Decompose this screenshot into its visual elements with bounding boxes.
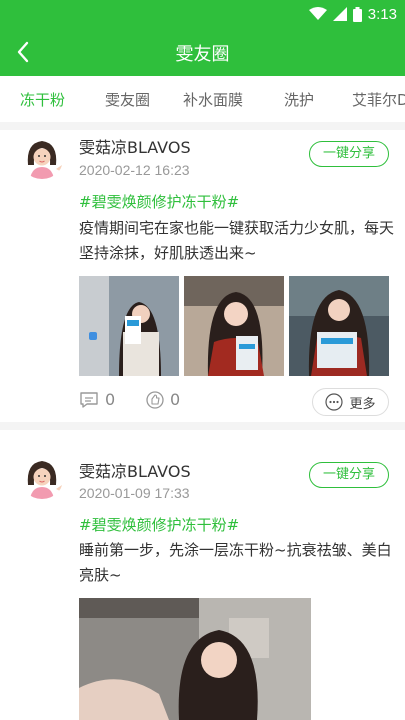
- tabs-divider: [0, 122, 405, 130]
- page-title: 雯友圈: [175, 44, 230, 65]
- tab-bushui-mianmo[interactable]: 补水面膜: [183, 89, 243, 110]
- ellipsis-icon: [325, 393, 344, 411]
- photo-image: [79, 598, 311, 720]
- post-actions: 0 0 更多: [79, 388, 394, 416]
- more-button[interactable]: 更多: [312, 388, 389, 416]
- avatar-image: [20, 135, 64, 179]
- post-tag[interactable]: #碧雯焕颜修护冻干粉#: [79, 514, 239, 535]
- post-card: 雯菇凉BLAVOS 2020-01-09 17:33 一键分享 #碧雯焕颜修护冻…: [0, 430, 405, 720]
- avatar[interactable]: [20, 455, 64, 499]
- comment-button[interactable]: 0: [79, 390, 115, 409]
- signal-icon: [332, 7, 347, 21]
- post-photo[interactable]: [79, 276, 179, 376]
- tab-wenyouquan[interactable]: 雯友圈: [105, 89, 150, 110]
- like-count: 0: [170, 390, 181, 409]
- tab-dongganfen[interactable]: 冻干粉: [20, 89, 65, 110]
- post-separator: [0, 422, 405, 430]
- comment-icon: [80, 391, 98, 408]
- post-photo[interactable]: [184, 276, 284, 376]
- post-photo[interactable]: [289, 276, 389, 376]
- post-date: 2020-01-09 17:33: [79, 485, 190, 501]
- tab-aifeier[interactable]: 艾菲尔D: [352, 89, 405, 110]
- category-tabs: 冻干粉 雯友圈 补水面膜 洗护 艾菲尔D: [0, 76, 405, 122]
- post-card: 雯菇凉BLAVOS 2020-02-12 16:23 一键分享 #碧雯焕颜修护冻…: [0, 130, 405, 422]
- status-icons: 3:13: [308, 4, 397, 24]
- app-bar: 雯友圈: [0, 28, 405, 76]
- post-photo[interactable]: [79, 598, 311, 720]
- post-author[interactable]: 雯菇凉BLAVOS: [79, 134, 191, 158]
- post-date: 2020-02-12 16:23: [79, 162, 190, 178]
- post-tag[interactable]: #碧雯焕颜修护冻干粉#: [79, 191, 239, 212]
- post-author[interactable]: 雯菇凉BLAVOS: [79, 458, 191, 482]
- like-button[interactable]: 0: [146, 390, 180, 409]
- wifi-icon: [308, 7, 327, 20]
- share-button[interactable]: 一键分享: [309, 141, 389, 167]
- post-content: 睡前第一步，先涂一层冻干粉~抗衰祛皱、美白亮肤~: [79, 541, 392, 584]
- tab-xihu[interactable]: 洗护: [284, 89, 314, 110]
- more-label: 更多: [349, 396, 376, 412]
- avatar-image: [20, 455, 64, 499]
- status-bar: 3:13: [0, 0, 405, 28]
- comment-count: 0: [105, 390, 116, 409]
- battery-icon: [352, 6, 362, 22]
- photo-image: [79, 276, 179, 376]
- photo-image: [184, 276, 284, 376]
- avatar[interactable]: [20, 135, 64, 179]
- like-icon: [146, 390, 164, 409]
- share-button[interactable]: 一键分享: [309, 462, 389, 488]
- status-time: 3:13: [367, 5, 397, 23]
- photo-image: [289, 276, 389, 376]
- post-content: 疫情期间宅在家也能一键获取活力少女肌，每天坚持涂抹，好肌肤透出来~: [79, 219, 395, 262]
